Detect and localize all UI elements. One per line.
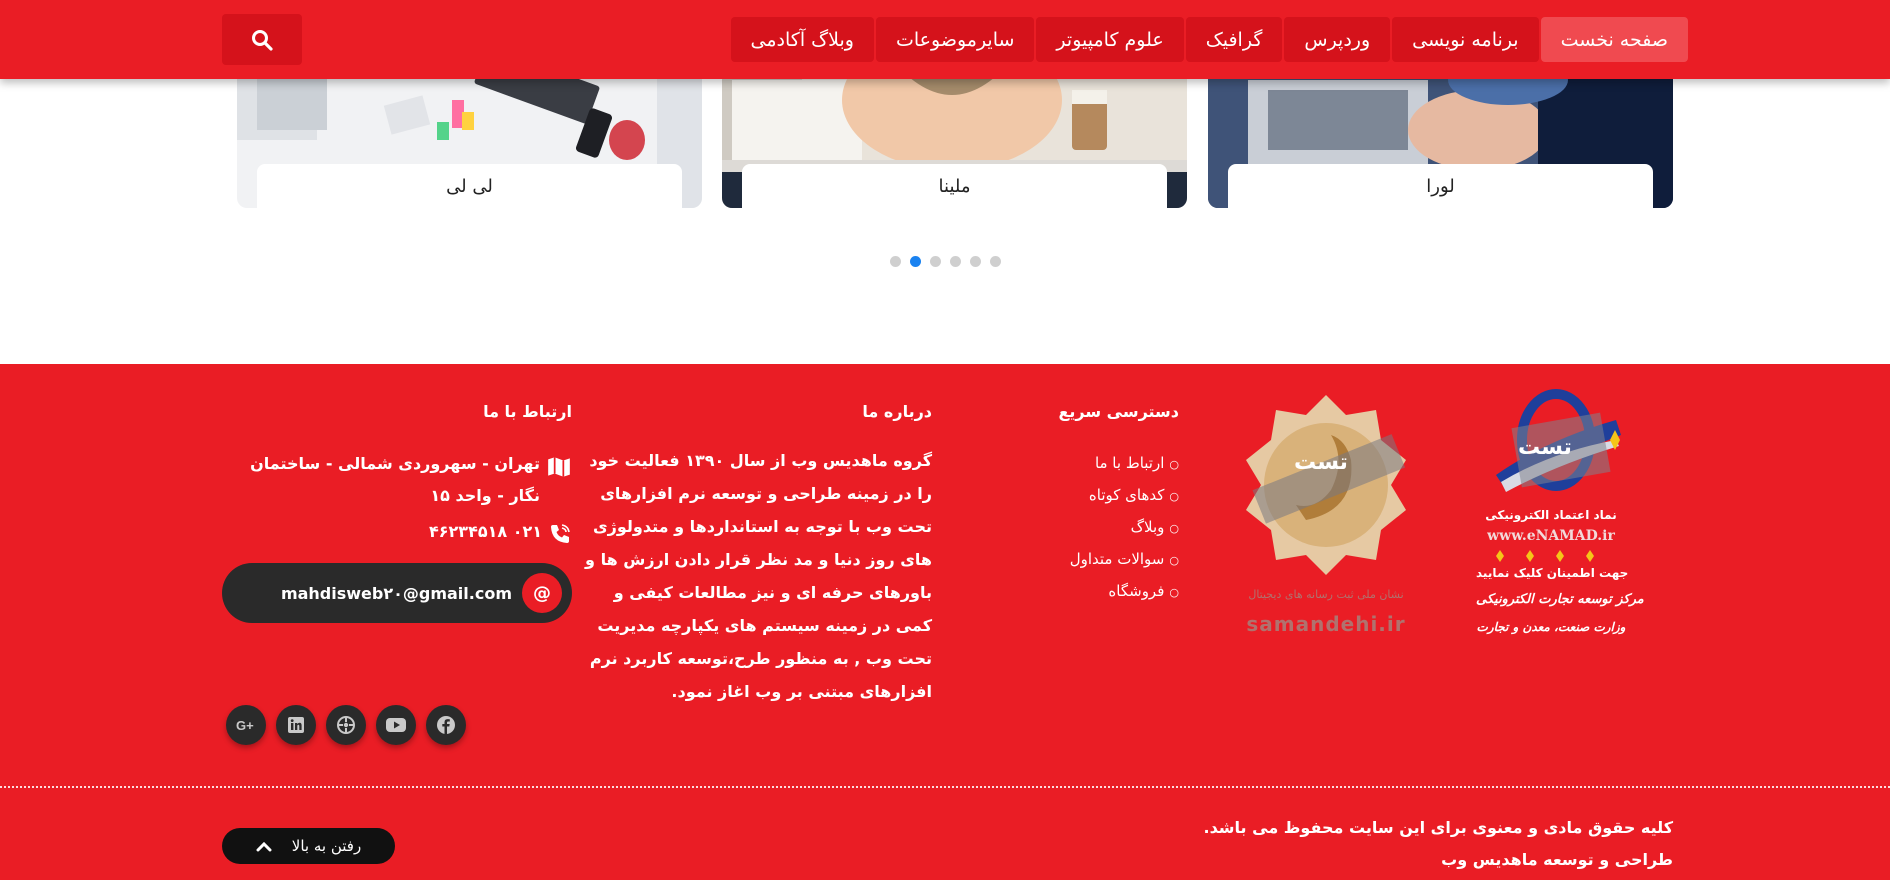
social-links: G+ xyxy=(226,705,466,745)
carousel-dot[interactable] xyxy=(970,256,981,267)
about-text: گروه ماهدیس وب از سال ۱۳۹۰ فعالیت خود را… xyxy=(585,451,932,701)
card-caption: لورا xyxy=(1228,164,1653,208)
card-caption: لی لی xyxy=(257,164,682,208)
nav-item-home[interactable]: صفحه نخست xyxy=(1540,17,1688,62)
carousel-card[interactable]: ملینا xyxy=(722,60,1187,208)
svg-text:G+: G+ xyxy=(236,718,254,733)
main-nav: صفحه نخست برنامه نویسی وردپرس گرافیک علو… xyxy=(730,17,1688,62)
dribbble-icon[interactable] xyxy=(326,705,366,745)
samandehi-badge[interactable]: تست نشان ملی ثبت رسانه های دیجیتال saman… xyxy=(1236,390,1416,650)
copyright: کلیه حقوق مادی و معنوی برای این سایت محف… xyxy=(1203,812,1673,876)
phone-icon xyxy=(551,524,570,543)
enamad-watermark: تست xyxy=(1518,435,1572,460)
enamad-title: نماد اعتماد الکترونیکی xyxy=(1485,508,1617,522)
enamad-org: مرکز توسعه تجارت الکترونیکی xyxy=(1476,592,1644,607)
contact-address: تهران - سهروردی شمالی - ساختمان نگار - و… xyxy=(222,448,572,512)
site-header: صفحه نخست برنامه نویسی وردپرس گرافیک علو… xyxy=(0,0,1890,79)
carousel-card[interactable]: لورا xyxy=(1208,60,1673,208)
samandehi-seal-icon xyxy=(1246,395,1406,575)
enamad-ministry: وزارت صنعت، معدن و تجارت xyxy=(1476,620,1626,634)
carousel-dot[interactable] xyxy=(930,256,941,267)
search-button[interactable] xyxy=(222,14,302,65)
star-icon xyxy=(1496,550,1594,562)
quick-link-faq[interactable]: سوالات متداول xyxy=(1070,544,1179,576)
quick-access-list: ارتباط با ما کدهای کوتاه وبلاگ سوالات مت… xyxy=(1070,448,1179,608)
site-footer: تست نماد اعتماد الکترونیکی www.eNAMAD.ir… xyxy=(0,364,1890,880)
quick-link-contact[interactable]: ارتباط با ما xyxy=(1070,448,1179,480)
quick-link-blog[interactable]: وبلاگ xyxy=(1070,512,1179,544)
quick-link-shop[interactable]: فروشگاه xyxy=(1070,576,1179,608)
credit-line: طراحی و توسعه ماهدیس وب xyxy=(1441,850,1673,869)
address-text: تهران - سهروردی شمالی - ساختمان نگار - و… xyxy=(250,454,540,505)
quick-link-shortcodes[interactable]: کدهای کوتاه xyxy=(1070,480,1179,512)
samandehi-watermark: تست xyxy=(1294,450,1348,475)
at-icon: @ xyxy=(522,573,562,613)
email-text: mahdisweb۲۰@gmail.com xyxy=(280,583,512,603)
linkedin-icon[interactable] xyxy=(276,705,316,745)
card-caption: ملینا xyxy=(742,164,1167,208)
back-to-top-button[interactable]: رفتن به بالا xyxy=(222,828,395,864)
carousel-dot-active[interactable] xyxy=(910,256,921,267)
map-icon xyxy=(548,457,570,477)
enamad-url: www.eNAMAD.ir xyxy=(1487,528,1615,544)
phone-text: ۰۲۱ ۴۶۲۳۴۵۱۸ xyxy=(429,522,542,541)
search-icon xyxy=(252,29,273,51)
chevron-up-icon xyxy=(256,841,272,852)
nav-item-programming[interactable]: برنامه نویسی xyxy=(1392,17,1539,62)
carousel-dot[interactable] xyxy=(990,256,1001,267)
enamad-hint: جهت اطمینان کلیک نمایید xyxy=(1476,566,1629,580)
nav-item-other-topics[interactable]: سایرموضوعات xyxy=(875,17,1035,62)
youtube-icon[interactable] xyxy=(376,705,416,745)
facebook-icon[interactable] xyxy=(426,705,466,745)
nav-item-wordpress[interactable]: وردپرس xyxy=(1284,17,1391,62)
footer-divider xyxy=(0,786,1890,788)
contact-heading: ارتباط با ما xyxy=(483,402,572,421)
quick-access-heading: دسترسی سریع xyxy=(1058,402,1179,421)
contact-phone[interactable]: ۰۲۱ ۴۶۲۳۴۵۱۸ xyxy=(429,522,572,546)
nav-item-academy-blog[interactable]: وبلاگ آکادمی xyxy=(730,17,874,62)
carousel-pagination xyxy=(890,256,1001,267)
carousel-card[interactable]: لی لی xyxy=(237,60,702,208)
email-contact[interactable]: mahdisweb۲۰@gmail.com @ xyxy=(222,563,572,623)
google-plus-icon[interactable]: G+ xyxy=(226,705,266,745)
copyright-line: کلیه حقوق مادی و معنوی برای این سایت محف… xyxy=(1203,818,1673,837)
carousel-dot[interactable] xyxy=(890,256,901,267)
back-to-top-label: رفتن به بالا xyxy=(291,837,362,855)
carousel-dot[interactable] xyxy=(950,256,961,267)
samandehi-title: نشان ملی ثبت رسانه های دیجیتال xyxy=(1248,588,1404,601)
about-heading: درباره ما xyxy=(862,402,932,421)
nav-item-computer-science[interactable]: علوم کامپیوتر xyxy=(1036,17,1184,62)
enamad-badge[interactable]: تست نماد اعتماد الکترونیکی www.eNAMAD.ir… xyxy=(1476,380,1644,680)
nav-item-graphics[interactable]: گرافیک xyxy=(1185,17,1283,62)
samandehi-url: samandehi.ir xyxy=(1246,612,1406,636)
